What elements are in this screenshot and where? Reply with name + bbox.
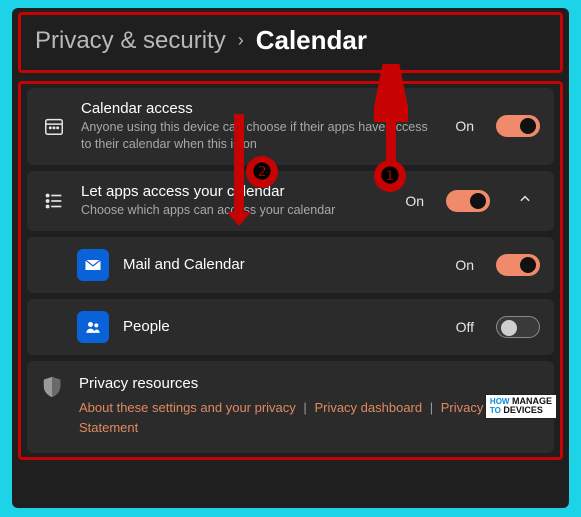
row-calendar-access: Calendar access Anyone using this device…: [27, 88, 554, 165]
toggle-people[interactable]: [496, 316, 540, 338]
row-title: Let apps access your calendar: [81, 183, 391, 200]
link-privacy-dashboard[interactable]: Privacy dashboard: [314, 400, 422, 415]
row-title: Calendar access: [81, 100, 441, 117]
toggle-calendar-access[interactable]: [496, 115, 540, 137]
toggle-mail[interactable]: [496, 254, 540, 276]
toggle-state: On: [455, 118, 474, 134]
row-desc: Choose which apps can access your calend…: [81, 202, 391, 219]
annotation-number-1: ❶: [374, 160, 406, 192]
list-icon: [41, 188, 67, 214]
people-app-icon: [77, 311, 109, 343]
calendar-icon: [41, 113, 67, 139]
chevron-right-icon: ›: [238, 30, 244, 51]
watermark: HOW MANAGE TO DEVICES: [485, 394, 557, 419]
annotation-number-2: ❷: [246, 156, 278, 188]
breadcrumb-parent[interactable]: Privacy & security: [35, 27, 226, 55]
app-title: People: [123, 318, 442, 335]
settings-list: Calendar access Anyone using this device…: [18, 81, 563, 460]
shield-icon: [41, 375, 65, 399]
app-title: Mail and Calendar: [123, 256, 441, 273]
row-app-mail: Mail and Calendar On: [27, 237, 554, 293]
resources-links: About these settings and your privacy | …: [79, 398, 540, 440]
separator: |: [430, 400, 433, 415]
row-app-people: People Off: [27, 299, 554, 355]
separator: |: [303, 400, 306, 415]
breadcrumb-current: Calendar: [256, 25, 367, 56]
link-about-privacy[interactable]: About these settings and your privacy: [79, 400, 296, 415]
toggle-state: On: [455, 257, 474, 273]
toggle-state: On: [405, 193, 424, 209]
breadcrumb: Privacy & security › Calendar: [18, 12, 563, 73]
toggle-state: Off: [456, 319, 474, 335]
resources-title: Privacy resources: [79, 375, 540, 392]
row-desc: Anyone using this device can choose if t…: [81, 119, 441, 153]
row-let-apps[interactable]: Let apps access your calendar Choose whi…: [27, 171, 554, 231]
chevron-up-icon[interactable]: [510, 192, 540, 209]
row-privacy-resources: Privacy resources About these settings a…: [27, 361, 554, 454]
toggle-let-apps[interactable]: [446, 190, 490, 212]
mail-app-icon: [77, 249, 109, 281]
